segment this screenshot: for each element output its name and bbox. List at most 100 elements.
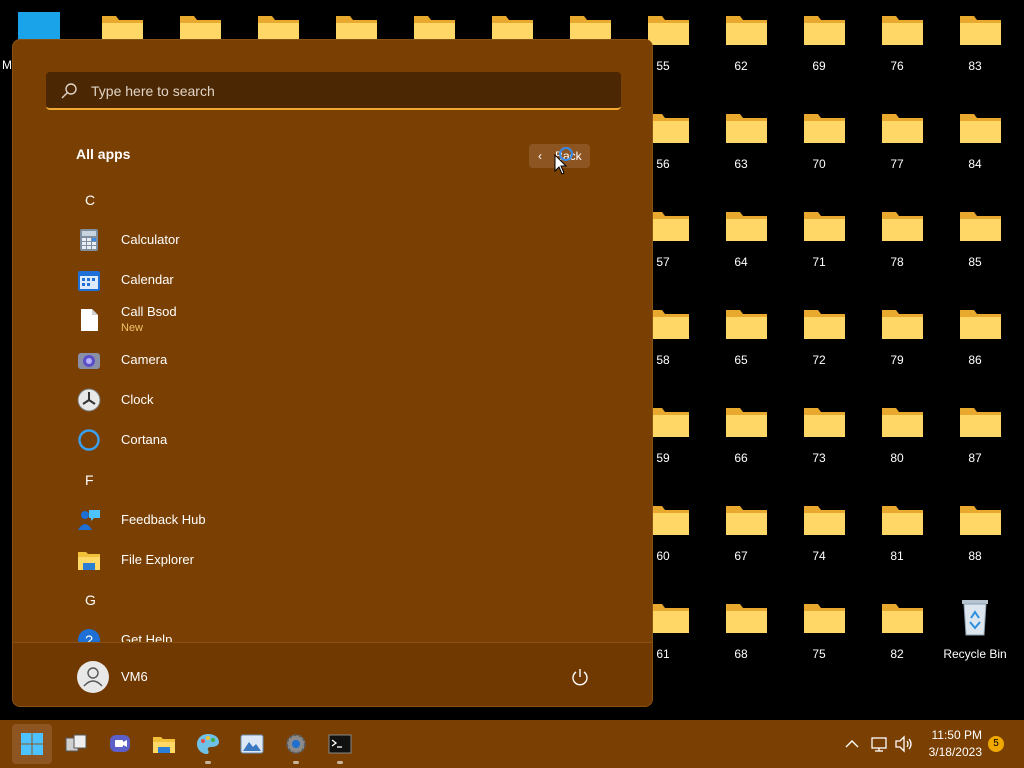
start-button[interactable] — [12, 724, 52, 764]
power-icon[interactable] — [570, 667, 590, 687]
desktop-icon-label: 67 — [734, 549, 748, 563]
search-box[interactable] — [46, 72, 621, 110]
desktop-folder-icon[interactable]: 79 — [858, 294, 936, 390]
start-menu: All apps ‹ Back CCalculatorCalendarCall … — [12, 39, 653, 707]
recycle-bin[interactable]: Recycle Bin — [936, 588, 1014, 684]
folder-icon — [881, 502, 924, 536]
desktop-icon-label: 68 — [734, 647, 748, 661]
desktop-icon-label: 64 — [734, 255, 748, 269]
app-item-file-explorer[interactable]: File Explorer — [73, 540, 613, 580]
desktop-folder-icon[interactable]: 71 — [780, 196, 858, 292]
desktop-folder-icon[interactable]: 65 — [702, 294, 780, 390]
gear-icon — [286, 734, 306, 754]
settings-taskbar-button[interactable] — [276, 724, 316, 764]
desktop-folder-icon[interactable]: 77 — [858, 98, 936, 194]
folder-icon — [803, 12, 846, 46]
app-item-label: Clock — [121, 392, 154, 407]
desktop-folder-icon[interactable]: 67 — [702, 490, 780, 586]
app-item-camera[interactable]: Camera — [73, 340, 613, 380]
desktop-folder-icon[interactable]: 64 — [702, 196, 780, 292]
section-letter-g[interactable]: G — [85, 592, 96, 608]
notification-badge[interactable]: 5 — [988, 736, 1004, 752]
desktop-folder-icon[interactable]: 72 — [780, 294, 858, 390]
desktop-folder-icon[interactable]: 76 — [858, 0, 936, 96]
desktop-icon-label: 83 — [968, 59, 982, 73]
all-apps-list[interactable]: C Calculator Calendar Call Bsod New Camera Clo… — [13, 180, 652, 642]
desktop-folder-icon[interactable]: 66 — [702, 392, 780, 488]
folder-icon — [881, 110, 924, 144]
folder-icon — [647, 600, 690, 634]
file-icon — [81, 309, 98, 331]
chevron-up-icon[interactable] — [842, 734, 862, 754]
desktop-icon-label: 80 — [890, 451, 904, 465]
user-avatar[interactable] — [77, 661, 109, 693]
paint-taskbar-button[interactable] — [188, 724, 228, 764]
folder-icon — [881, 600, 924, 634]
taskbar: 11:50 PM 3/18/2023 5 — [0, 720, 1024, 768]
terminal-taskbar-button[interactable] — [320, 724, 360, 764]
section-letter-c[interactable]: C — [85, 192, 95, 208]
folder-icon — [725, 404, 768, 438]
start-footer: VM6 — [13, 642, 652, 706]
photos-icon — [240, 734, 264, 754]
running-indicator — [337, 761, 343, 764]
clock-date[interactable]: 3/18/2023 — [922, 745, 982, 759]
teams-chat-button[interactable] — [100, 724, 140, 764]
desktop-folder-icon[interactable]: 75 — [780, 588, 858, 684]
desktop-icon-label: 87 — [968, 451, 982, 465]
desktop-folder-icon[interactable]: 83 — [936, 0, 1014, 96]
desktop-folder-icon[interactable]: 82 — [858, 588, 936, 684]
desktop-icon-label: 86 — [968, 353, 982, 367]
folder-icon — [803, 306, 846, 340]
desktop-folder-icon[interactable]: 74 — [780, 490, 858, 586]
feedback-hub-icon — [78, 510, 100, 530]
section-letter-f[interactable]: F — [85, 472, 94, 488]
desktop-folder-icon[interactable]: 63 — [702, 98, 780, 194]
desktop-folder-icon[interactable]: 69 — [780, 0, 858, 96]
desktop-folder-icon[interactable]: 86 — [936, 294, 1014, 390]
desktop-folder-icon[interactable]: 85 — [936, 196, 1014, 292]
desktop-icon-label: 69 — [812, 59, 826, 73]
task-view-button[interactable] — [56, 724, 96, 764]
desktop-folder-icon[interactable]: 84 — [936, 98, 1014, 194]
desktop-folder-icon[interactable]: 68 — [702, 588, 780, 684]
desktop-folder-icon[interactable]: 70 — [780, 98, 858, 194]
desktop-icon-label: Recycle Bin — [943, 647, 1007, 661]
get-help-icon: ? — [78, 629, 100, 642]
folder-icon — [959, 502, 1002, 536]
folder-icon — [647, 208, 690, 242]
desktop-folder-icon[interactable]: 78 — [858, 196, 936, 292]
volume-icon[interactable] — [894, 734, 914, 754]
app-item-call-bsod[interactable]: Call Bsod New — [73, 300, 613, 340]
desktop-icon-label: 76 — [890, 59, 904, 73]
clock-icon — [77, 388, 101, 412]
desktop-folder-icon[interactable]: 87 — [936, 392, 1014, 488]
svg-text:?: ? — [85, 632, 93, 642]
app-item-label: Calendar — [121, 272, 174, 287]
desktop-folder-icon[interactable]: 81 — [858, 490, 936, 586]
user-name[interactable]: VM6 — [121, 669, 148, 684]
desktop-icon-label: 70 — [812, 157, 826, 171]
app-item-calculator[interactable]: Calculator — [73, 220, 613, 260]
app-item-feedback-hub[interactable]: Feedback Hub — [73, 500, 613, 540]
app-item-cortana[interactable]: Cortana — [73, 420, 613, 460]
desktop-app-icon-peek[interactable] — [18, 12, 60, 40]
app-item-get-help[interactable]: ? Get Help — [73, 620, 613, 642]
desktop-folder-icon[interactable]: 80 — [858, 392, 936, 488]
desktop-folder-icon[interactable]: 62 — [702, 0, 780, 96]
app-item-calendar[interactable]: Calendar — [73, 260, 613, 300]
search-input[interactable] — [89, 72, 593, 110]
photos-taskbar-button[interactable] — [232, 724, 272, 764]
network-icon[interactable] — [870, 734, 890, 754]
folder-icon — [647, 110, 690, 144]
desktop-icon-label: 73 — [812, 451, 826, 465]
file-explorer-taskbar-button[interactable] — [144, 724, 184, 764]
app-item-clock[interactable]: Clock — [73, 380, 613, 420]
desktop-icon-label-peek: M — [2, 58, 12, 72]
desktop-folder-icon[interactable]: 73 — [780, 392, 858, 488]
camera-icon — [78, 353, 100, 369]
desktop-folder-icon[interactable]: 88 — [936, 490, 1014, 586]
cortana-icon — [78, 429, 100, 451]
running-indicator — [205, 761, 211, 764]
clock-time[interactable]: 11:50 PM — [922, 728, 982, 742]
